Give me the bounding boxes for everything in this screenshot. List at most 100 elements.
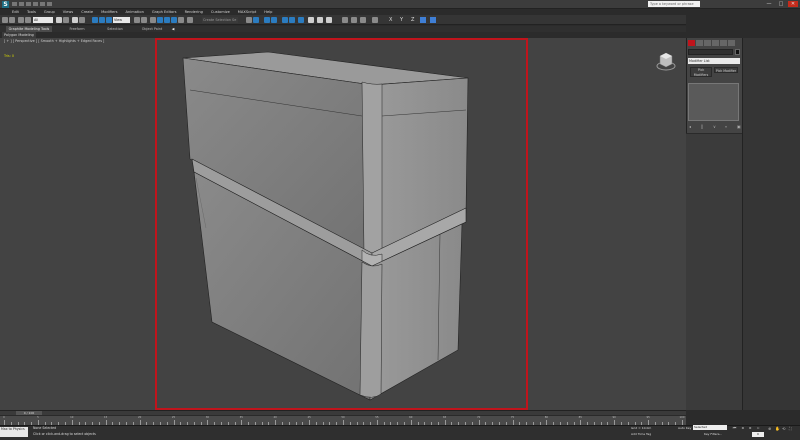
maximize-button[interactable]: □ <box>776 1 786 7</box>
utilities-tab-icon[interactable] <box>728 40 735 46</box>
modifier-list-dropdown[interactable]: Modifier List <box>688 58 740 64</box>
curve-editor-icon[interactable] <box>282 17 288 23</box>
select-link-icon[interactable] <box>18 17 24 23</box>
unlink-icon[interactable] <box>25 17 31 23</box>
pan-icon[interactable]: ✋ <box>775 426 780 431</box>
pin-stack-icon[interactable]: ◂ <box>689 124 694 129</box>
undo-icon[interactable] <box>2 17 8 23</box>
add-time-tag[interactable]: Add Time Tag <box>631 432 651 436</box>
search-input[interactable]: Type a keyword or phrase <box>648 1 700 7</box>
undo-icon[interactable] <box>33 2 38 6</box>
quick-access-toolbar <box>12 2 54 6</box>
save-file-icon[interactable] <box>26 2 31 6</box>
timeline-tick-label: 20 <box>137 416 142 419</box>
object-color-swatch[interactable] <box>735 49 740 55</box>
named-selection-dropdown[interactable]: Create Selection Se <box>202 17 238 23</box>
viewcube-icon[interactable] <box>656 50 676 72</box>
pick-modifiers-button[interactable]: Pick Modifiers <box>690 67 712 77</box>
minimize-button[interactable]: — <box>764 1 774 7</box>
activeshade-icon[interactable] <box>351 17 357 23</box>
select-scale-icon[interactable] <box>106 17 112 23</box>
grid-size: Grid = 10.0m <box>631 426 652 430</box>
select-rotate-icon[interactable] <box>99 17 105 23</box>
auto-key-label: Auto Key <box>678 426 692 430</box>
timeline-tick-label: 95 <box>646 416 650 419</box>
modifier-stack[interactable] <box>688 83 739 121</box>
previous-frame-icon[interactable]: ◂ <box>739 425 746 430</box>
current-frame-field[interactable]: 0 <box>752 432 764 437</box>
create-tab-icon[interactable] <box>688 40 695 46</box>
viewport-perspective[interactable]: [ + ] [ Perspective ] [ Smooth + Highlig… <box>0 38 686 410</box>
selection-filter-dropdown[interactable]: All <box>33 17 53 23</box>
open-file-icon[interactable] <box>19 2 24 6</box>
axis-z-toggle[interactable]: Z <box>411 17 414 23</box>
rectangular-selection-icon[interactable] <box>72 17 78 23</box>
zoom-icon[interactable]: ⊕ <box>768 426 773 431</box>
render-iterative-icon[interactable] <box>342 17 348 23</box>
axis-x-toggle[interactable]: X <box>389 17 392 23</box>
stack-controls: ◂ ‖ ∨ ▿ ▣ <box>689 124 749 129</box>
key-filters-button[interactable]: Key Filters... <box>704 432 722 436</box>
orbit-icon[interactable]: ⟲ <box>782 426 787 431</box>
remove-modifier-icon[interactable]: ▿ <box>725 124 730 129</box>
timeline-tick-label: 55 <box>375 416 379 419</box>
environment-icon[interactable] <box>372 17 378 23</box>
project-folder-icon[interactable] <box>47 2 52 6</box>
layer-manager-icon[interactable] <box>264 17 270 23</box>
reference-coordinate-dropdown[interactable]: View <box>113 17 130 23</box>
keyboard-shortcut-icon[interactable] <box>150 17 156 23</box>
align-icon[interactable] <box>253 17 259 23</box>
edit-named-selection-icon[interactable] <box>187 17 193 23</box>
command-panel-tabs <box>688 40 736 46</box>
manipulate-icon[interactable] <box>141 17 147 23</box>
new-file-icon[interactable] <box>12 2 17 6</box>
spinner-snap-icon[interactable] <box>178 17 184 23</box>
timeline-tick-label: 30 <box>205 416 210 419</box>
window-crossing-icon[interactable] <box>79 17 85 23</box>
display-tab-icon[interactable] <box>720 40 727 46</box>
selection-status: None Selected <box>33 426 57 430</box>
track-bar[interactable]: 0 5 10 15 20 25 30 35 40 45 50 55 60 65 70 75 80 85 90 95 10… <box>0 415 686 425</box>
render-online-icon[interactable] <box>360 17 366 23</box>
timeline-tick-label: 35 <box>239 416 243 419</box>
redo-icon[interactable] <box>40 2 45 6</box>
schematic-view-icon[interactable] <box>289 17 295 23</box>
close-button[interactable]: ✕ <box>788 1 798 7</box>
object-name-field[interactable] <box>688 49 733 55</box>
mirror-icon[interactable] <box>246 17 252 23</box>
maximize-viewport-icon[interactable]: ⛶ <box>789 426 794 431</box>
render-production-icon[interactable] <box>326 17 332 23</box>
rendered-frame-window-icon[interactable] <box>317 17 323 23</box>
graphite-toggle-icon[interactable] <box>271 17 277 23</box>
axis-constraint-icon[interactable] <box>430 17 436 23</box>
redo-icon[interactable] <box>9 17 15 23</box>
make-unique-icon[interactable]: ∨ <box>713 124 718 129</box>
timeline-tick-label: 75 <box>510 416 515 419</box>
axis-xy-toggle-icon[interactable] <box>420 17 426 23</box>
render-setup-icon[interactable] <box>308 17 314 23</box>
main-toolbar: All View Create Selection Se X Y Z <box>0 15 686 25</box>
timeline-tick-label: 40 <box>273 416 277 419</box>
viewport-navigation: ⊕ ✋ ⟲ ⛶ <box>768 426 796 431</box>
snaps-toggle-icon[interactable] <box>157 17 163 23</box>
select-move-icon[interactable] <box>92 17 98 23</box>
pivot-center-icon[interactable] <box>134 17 140 23</box>
go-to-start-icon[interactable]: ⏮ <box>731 425 738 430</box>
prompt-line: Click or click-and-drag to select object… <box>33 432 96 436</box>
show-end-result-icon[interactable]: ‖ <box>701 124 706 129</box>
motion-tab-icon[interactable] <box>712 40 719 46</box>
pick-modifier-button[interactable]: Pick Modifier <box>714 67 738 73</box>
material-editor-icon[interactable] <box>298 17 304 23</box>
axis-y-toggle[interactable]: Y <box>400 17 403 23</box>
play-icon[interactable]: ▸ <box>747 425 754 430</box>
modify-tab-icon[interactable] <box>696 40 703 46</box>
app-menu-logo[interactable]: S <box>2 1 9 8</box>
maxscript-mini-listener[interactable]: Max to Physics <box>0 427 28 437</box>
next-frame-icon[interactable]: ▹ <box>755 425 762 430</box>
percent-snap-icon[interactable] <box>171 17 177 23</box>
select-by-name-icon[interactable] <box>63 17 69 23</box>
angle-snap-icon[interactable] <box>164 17 170 23</box>
key-mode-dropdown[interactable]: Selected <box>693 425 727 430</box>
select-object-icon[interactable] <box>56 17 62 23</box>
hierarchy-tab-icon[interactable] <box>704 40 711 46</box>
